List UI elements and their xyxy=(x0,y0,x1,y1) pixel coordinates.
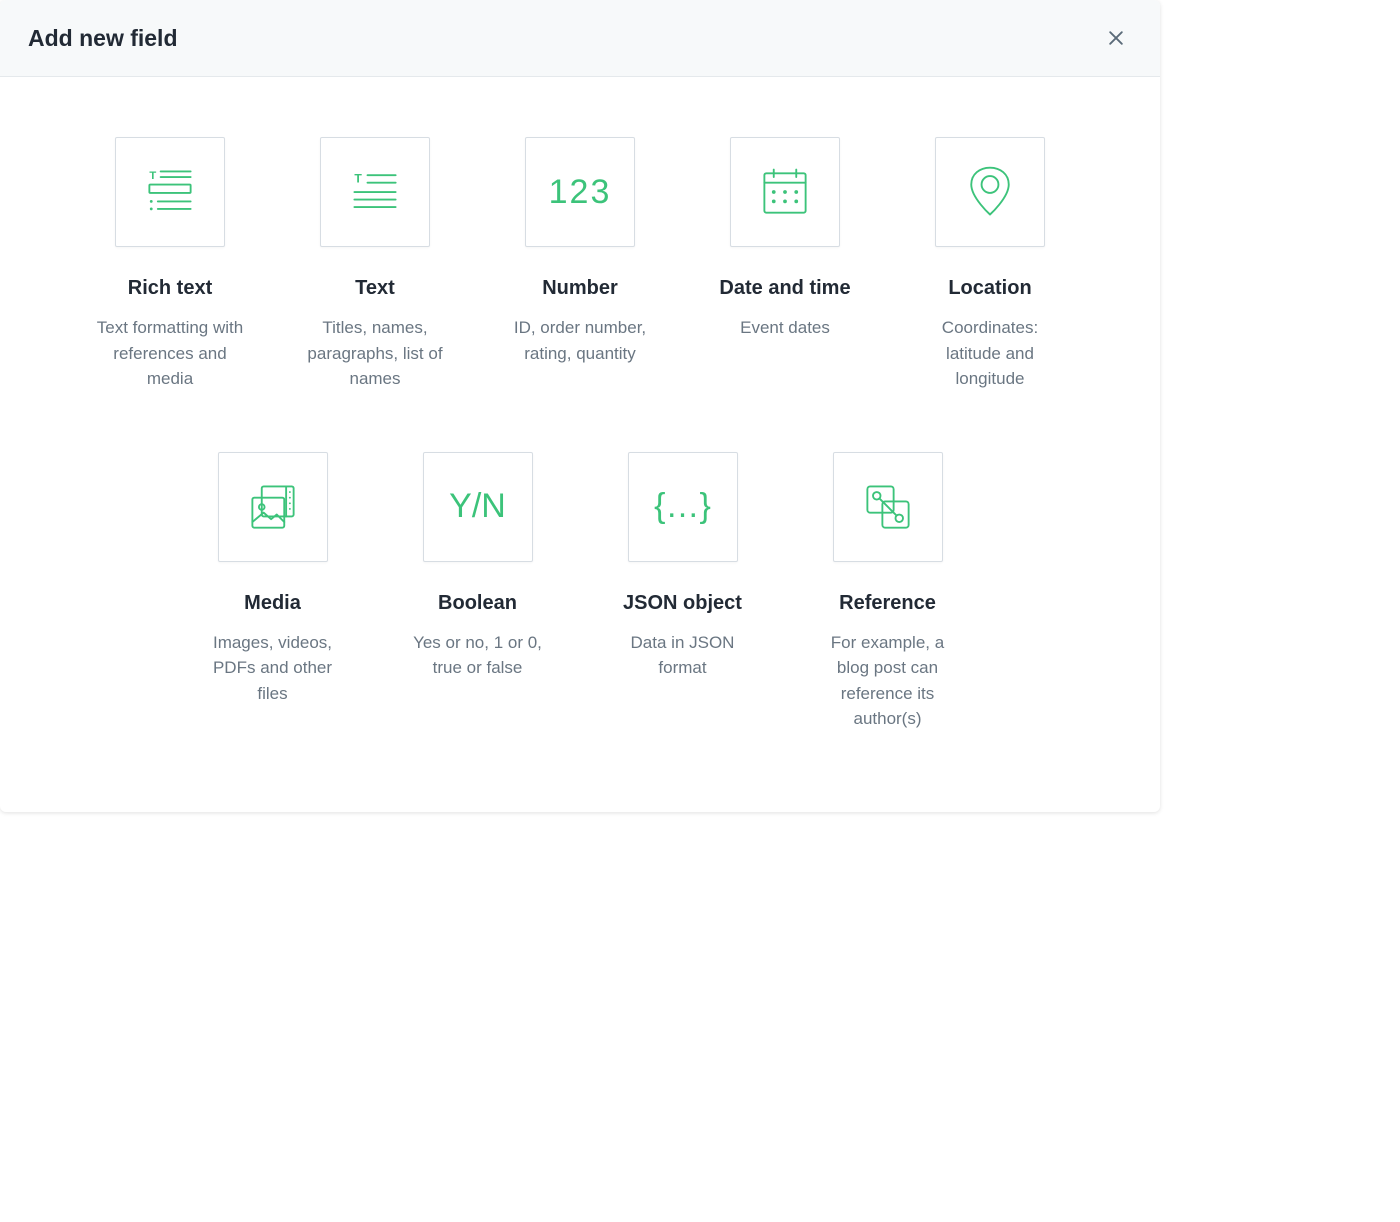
field-title: Reference xyxy=(839,590,936,616)
close-button[interactable] xyxy=(1100,22,1132,54)
field-card-text[interactable]: T Text Titles, names, paragraphs, list o… xyxy=(300,137,450,392)
add-field-dialog: Add new field T xyxy=(0,0,1160,812)
dialog-body: T Rich text Text formatting with referen… xyxy=(0,77,1160,812)
field-title: Text xyxy=(355,275,395,301)
svg-text:T: T xyxy=(149,170,156,182)
json-glyph: {…} xyxy=(654,487,711,526)
field-title: JSON object xyxy=(623,590,742,616)
number-icon: 123 xyxy=(525,137,635,247)
field-desc: Yes or no, 1 or 0, true or false xyxy=(403,630,553,681)
field-title: Date and time xyxy=(719,275,850,301)
field-card-json[interactable]: {…} JSON object Data in JSON format xyxy=(608,452,758,732)
field-card-date-time[interactable]: Date and time Event dates xyxy=(710,137,860,392)
field-card-number[interactable]: 123 Number ID, order number, rating, qua… xyxy=(505,137,655,392)
field-row-1: T Rich text Text formatting with referen… xyxy=(60,137,1100,392)
boolean-glyph: Y/N xyxy=(449,487,506,526)
field-desc: Images, videos, PDFs and other files xyxy=(198,630,348,707)
text-icon: T xyxy=(320,137,430,247)
close-icon xyxy=(1106,28,1126,48)
field-card-boolean[interactable]: Y/N Boolean Yes or no, 1 or 0, true or f… xyxy=(403,452,553,732)
location-icon xyxy=(935,137,1045,247)
field-title: Location xyxy=(948,275,1031,301)
date-time-icon xyxy=(730,137,840,247)
field-card-media[interactable]: Media Images, videos, PDFs and other fil… xyxy=(198,452,348,732)
number-glyph: 123 xyxy=(549,173,612,212)
media-icon xyxy=(218,452,328,562)
field-card-location[interactable]: Location Coordinates: latitude and longi… xyxy=(915,137,1065,392)
field-row-2: Media Images, videos, PDFs and other fil… xyxy=(60,452,1100,732)
field-title: Media xyxy=(244,590,301,616)
dialog-header: Add new field xyxy=(0,0,1160,77)
field-card-rich-text[interactable]: T Rich text Text formatting with referen… xyxy=(95,137,245,392)
svg-text:T: T xyxy=(354,172,362,186)
boolean-icon: Y/N xyxy=(423,452,533,562)
dialog-title: Add new field xyxy=(28,25,178,52)
field-desc: Titles, names, paragraphs, list of names xyxy=(300,315,450,392)
field-desc: Coordinates: latitude and longitude xyxy=(915,315,1065,392)
json-icon: {…} xyxy=(628,452,738,562)
rich-text-icon: T xyxy=(115,137,225,247)
field-desc: Data in JSON format xyxy=(608,630,758,681)
field-title: Number xyxy=(542,275,618,301)
field-card-reference[interactable]: Reference For example, a blog post can r… xyxy=(813,452,963,732)
field-title: Rich text xyxy=(128,275,212,301)
field-desc: Event dates xyxy=(740,315,830,341)
reference-icon xyxy=(833,452,943,562)
field-desc: Text formatting with references and medi… xyxy=(95,315,245,392)
field-title: Boolean xyxy=(438,590,517,616)
field-desc: ID, order number, rating, quantity xyxy=(505,315,655,366)
field-desc: For example, a blog post can reference i… xyxy=(813,630,963,732)
